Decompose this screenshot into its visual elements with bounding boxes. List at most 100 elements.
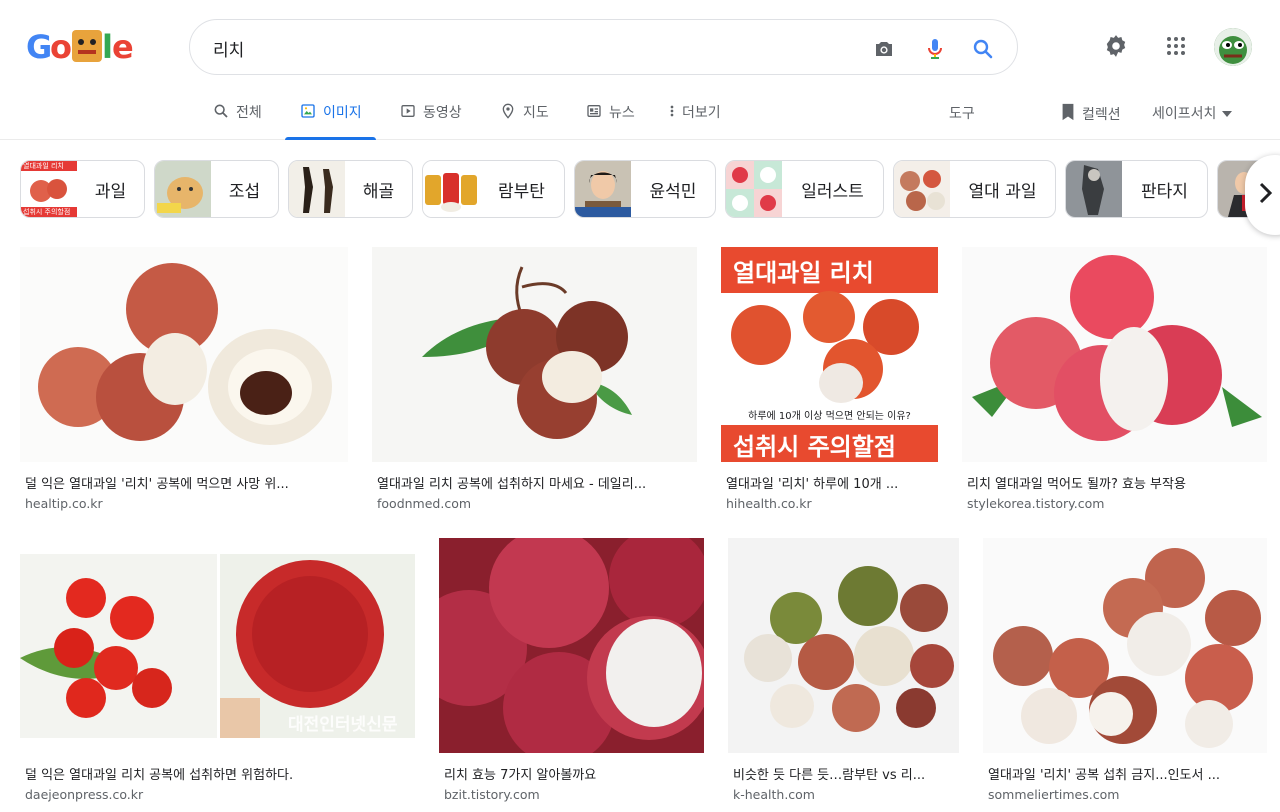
image-overlay-text: 하루에 10개 이상 먹으면 안되는 이유? (748, 411, 911, 422)
tab-label: 이미지 (323, 105, 362, 121)
tab-label: 동영상 (423, 105, 462, 121)
chip-label: 열대 과일 (968, 181, 1037, 202)
result-card[interactable]: 열대과일 '리치' 공복 섭취 금지...인도서 ... sommelierti… (983, 538, 1267, 808)
bookmark-icon (1060, 103, 1076, 125)
chip-thumbnail (155, 161, 211, 217)
chip-fantasy[interactable]: 판타지 (1065, 160, 1208, 218)
chip-label: 과일 (94, 181, 127, 202)
chip-thumb-text: 열대과일 리치 (23, 162, 64, 170)
tab-all[interactable]: 전체 (212, 102, 262, 140)
chip-thumbnail: 열대과일 리치 섭취시 주의할점 (21, 161, 77, 217)
result-card[interactable]: 리치 효능 7가지 알아볼까요 bzit.tistory.com (411, 528, 711, 808)
result-source[interactable]: hihealth.co.kr (726, 496, 812, 511)
collections-button[interactable]: 컬렉션 (1060, 103, 1121, 125)
news-icon (585, 102, 603, 120)
result-title[interactable]: 덜 익은 열대과일 리치 공복에 섭취하면 위험하다. (25, 764, 410, 783)
chip-label: 조섭 (228, 181, 261, 202)
result-source[interactable]: foodnmed.com (377, 496, 471, 511)
chip-thumbnail (894, 161, 950, 217)
image-watermark: 대전인터넷신문 (288, 715, 398, 735)
result-card[interactable]: 덜 익은 열대과일 '리치' 공복에 먹으면 사망 위... healtip.c… (20, 247, 348, 517)
more-vert-icon (668, 102, 676, 120)
apps-grid-icon[interactable] (1161, 31, 1191, 61)
result-source[interactable]: daejeonpress.co.kr (25, 787, 143, 802)
result-title[interactable]: 리치 효능 7가지 알아볼까요 (444, 764, 699, 783)
dropdown-arrow-icon (1222, 105, 1233, 121)
result-image[interactable] (728, 538, 959, 753)
chip-thumbnail (1066, 161, 1122, 217)
result-source[interactable]: stylekorea.tistory.com (967, 496, 1104, 511)
google-doodle-logo[interactable]: G o l e (26, 24, 136, 68)
search-icon[interactable] (970, 36, 996, 62)
tab-more[interactable]: 더보기 (668, 102, 721, 140)
chip-label: 판타지 (1141, 181, 1188, 202)
search-box[interactable]: 리치 (189, 19, 1018, 75)
chip-thumb-text: 섭취시 주의할점 (23, 208, 71, 216)
chip-label: 람부탄 (498, 181, 545, 202)
chip-label: 윤석민 (649, 181, 697, 202)
search-input[interactable]: 리치 (213, 36, 244, 61)
microphone-icon[interactable] (922, 36, 948, 62)
collections-label: 컬렉션 (1082, 107, 1121, 123)
camera-icon[interactable] (871, 36, 897, 62)
chip-label: 해골 (362, 181, 395, 202)
svg-text:G: G (26, 28, 52, 66)
result-image[interactable]: 열대과일 리치 하루에 10개 이상 먹으면 안되는 이유? 섭취시 주의할점 (721, 247, 938, 462)
result-image[interactable] (962, 247, 1267, 462)
tab-images[interactable]: 이미지 (285, 102, 376, 140)
tools-label: 도구 (949, 106, 975, 122)
result-title[interactable]: 열대과일 '리치' 하루에 10개 ... (726, 473, 933, 492)
result-title[interactable]: 리치 열대과일 먹어도 될까? 효능 부작용 (967, 473, 1262, 492)
tab-label: 전체 (236, 105, 262, 121)
result-card[interactable]: 비슷한 듯 다른 듯…람부탄 vs 리... k-health.com (728, 538, 959, 808)
svg-text:e: e (112, 28, 134, 66)
result-source[interactable]: k-health.com (733, 787, 815, 802)
location-pin-icon (499, 102, 517, 120)
chip-label: 일러스트 (801, 181, 864, 202)
tab-label: 지도 (523, 105, 549, 121)
account-avatar[interactable] (1214, 28, 1252, 66)
tab-maps[interactable]: 지도 (499, 102, 549, 140)
result-image[interactable] (20, 247, 348, 462)
image-icon (299, 102, 317, 120)
result-title[interactable]: 비슷한 듯 다른 듯…람부탄 vs 리... (733, 764, 954, 783)
result-title[interactable]: 덜 익은 열대과일 '리치' 공복에 먹으면 사망 위... (25, 473, 343, 492)
image-overlay-text: 섭취시 주의할점 (733, 433, 896, 461)
chip-thumbnail (575, 161, 631, 217)
chip-illustration[interactable]: 일러스트 (725, 160, 884, 218)
chip-tropical-fruit[interactable]: 열대 과일 (893, 160, 1056, 218)
settings-gear-icon[interactable] (1101, 31, 1131, 61)
result-image[interactable] (983, 538, 1267, 753)
svg-text:o: o (50, 28, 72, 66)
safesearch-label: 세이프서치 (1152, 106, 1217, 122)
chips-next-button[interactable] (1245, 155, 1280, 235)
result-image[interactable] (372, 247, 697, 462)
result-source[interactable]: bzit.tistory.com (444, 787, 540, 802)
result-title[interactable]: 열대과일 리치 공복에 섭취하지 마세요 - 데일리... (377, 473, 692, 492)
result-source[interactable]: healtip.co.kr (25, 496, 103, 511)
search-tabs: 전체 이미지 동영상 지도 뉴스 더보기 도구 컬렉션 세이프서치 (0, 92, 1280, 140)
result-card[interactable]: 리치 열대과일 먹어도 될까? 효능 부작용 stylekorea.tistor… (962, 247, 1267, 517)
chip-thumbnail (726, 161, 782, 217)
chip-joseop[interactable]: 조섭 (154, 160, 279, 218)
result-source[interactable]: sommeliertimes.com (988, 787, 1119, 802)
tab-news[interactable]: 뉴스 (585, 102, 635, 140)
result-card[interactable]: 대전인터넷신문 덜 익은 열대과일 리치 공복에 섭취하면 위험하다. daej… (20, 538, 415, 808)
chip-yoon-seokmin[interactable]: 윤석민 (574, 160, 716, 218)
tab-videos[interactable]: 동영상 (399, 102, 462, 140)
chip-thumbnail (289, 161, 345, 217)
result-card[interactable]: 열대과일 리치 하루에 10개 이상 먹으면 안되는 이유? 섭취시 주의할점 … (721, 247, 938, 517)
safesearch-button[interactable]: 세이프서치 (1152, 103, 1233, 123)
tools-button[interactable]: 도구 (949, 103, 975, 123)
search-icon (212, 102, 230, 120)
result-image[interactable]: 대전인터넷신문 (20, 538, 415, 753)
chip-thumbnail (423, 161, 479, 217)
result-image[interactable] (411, 528, 711, 764)
result-card[interactable]: 열대과일 리치 공복에 섭취하지 마세요 - 데일리... foodnmed.c… (372, 247, 697, 517)
tab-label: 뉴스 (609, 105, 635, 121)
chevron-right-icon (1259, 182, 1273, 208)
chip-fruit[interactable]: 열대과일 리치 섭취시 주의할점 과일 (20, 160, 145, 218)
chip-skull[interactable]: 해골 (288, 160, 413, 218)
result-title[interactable]: 열대과일 '리치' 공복 섭취 금지...인도서 ... (988, 764, 1262, 783)
chip-rambutan[interactable]: 람부탄 (422, 160, 565, 218)
